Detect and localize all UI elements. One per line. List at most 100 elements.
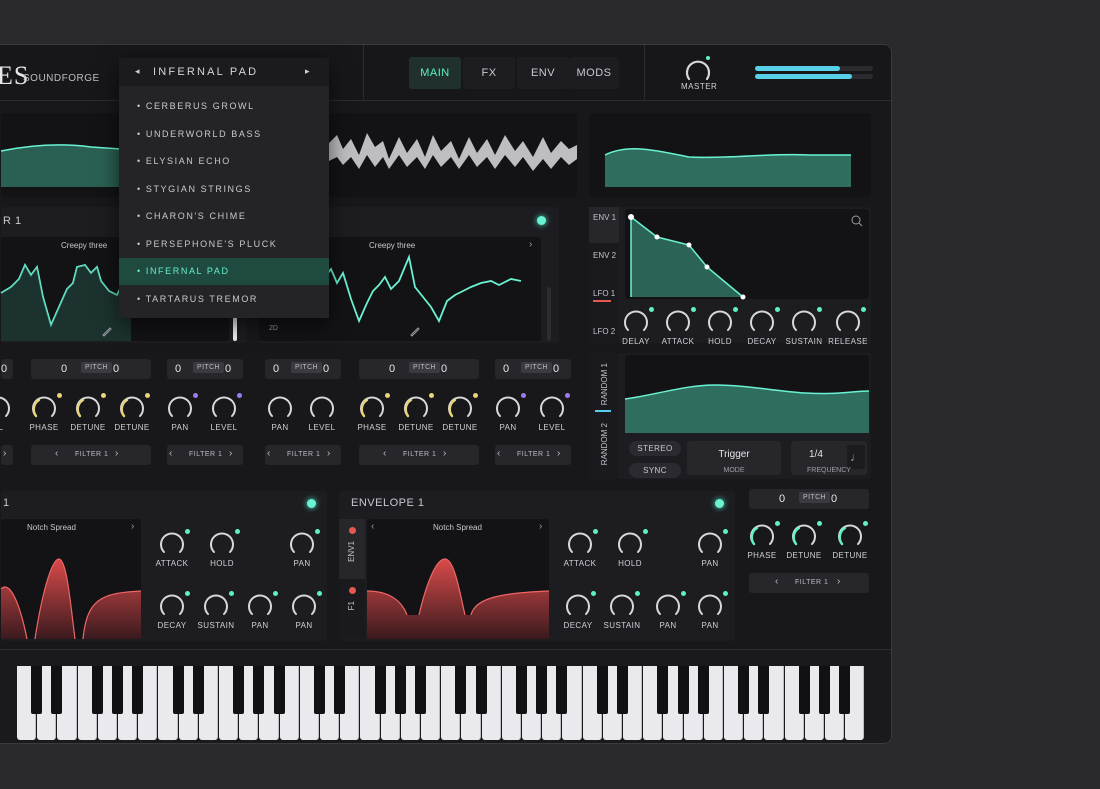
black-key[interactable]	[273, 666, 285, 714]
sync-button[interactable]: SYNC	[629, 463, 681, 478]
preset-item[interactable]: • ELYSIAN ECHO	[119, 148, 329, 175]
black-key[interactable]	[697, 666, 709, 714]
pitch-field[interactable]: 0 PITCH 0	[167, 359, 243, 379]
pitch-field[interactable]: 0 PITCH 0	[749, 489, 869, 509]
knob[interactable]	[289, 531, 315, 557]
filter-select[interactable]: ‹ FILTER 1 ›	[31, 445, 151, 465]
pencil-icon[interactable]	[101, 325, 113, 337]
frequency-select[interactable]: 1/4 ♩ FREQUENCY	[791, 441, 867, 475]
envelope-graph[interactable]	[625, 209, 869, 300]
stereo-button[interactable]: STEREO	[629, 441, 681, 456]
tab-random1[interactable]: RANDOM 1	[600, 363, 609, 405]
mode-select[interactable]: Trigger MODE	[687, 441, 781, 475]
tab-lfo1[interactable]: LFO 1	[593, 289, 615, 298]
knob[interactable]	[211, 395, 237, 421]
knob[interactable]	[623, 309, 649, 335]
preset-item[interactable]: • STYGIAN STRINGS	[119, 176, 329, 203]
black-key[interactable]	[253, 666, 265, 714]
black-key[interactable]	[233, 666, 245, 714]
knob[interactable]	[267, 395, 293, 421]
notch-graph-left[interactable]: Notch Spread ›	[0, 519, 142, 640]
knob[interactable]	[403, 395, 429, 421]
wavetable-mode[interactable]: 2D	[269, 325, 278, 332]
knob[interactable]	[203, 593, 229, 619]
black-key[interactable]	[51, 666, 63, 714]
filter-select[interactable]: ‹ FILTER 1 ›	[265, 445, 341, 465]
knob[interactable]	[247, 593, 273, 619]
black-key[interactable]	[112, 666, 123, 714]
black-key[interactable]	[31, 666, 43, 714]
shape-prev-icon[interactable]: ‹	[371, 521, 374, 532]
shape-next-icon[interactable]: ›	[131, 521, 134, 532]
knob[interactable]	[495, 395, 521, 421]
black-key[interactable]	[758, 666, 770, 714]
tab-env2[interactable]: ENV 2	[593, 251, 616, 260]
knob[interactable]	[159, 531, 185, 557]
black-key[interactable]	[516, 666, 527, 714]
knob[interactable]	[159, 593, 185, 619]
knob[interactable]	[539, 395, 565, 421]
preset-item[interactable]: • INFERNAL PAD	[119, 258, 329, 285]
knob[interactable]	[835, 309, 861, 335]
pitch-field[interactable]: 0 PITCH 0	[495, 359, 571, 379]
knob[interactable]	[309, 395, 335, 421]
knob[interactable]	[167, 395, 193, 421]
tab-f1-side[interactable]: F1	[347, 601, 356, 610]
black-key[interactable]	[394, 666, 406, 714]
knob[interactable]	[655, 593, 681, 619]
black-key[interactable]	[334, 666, 346, 714]
knob[interactable]	[31, 395, 57, 421]
black-key[interactable]	[314, 666, 325, 714]
black-key[interactable]	[536, 666, 548, 714]
knob[interactable]	[0, 395, 11, 421]
filter-select[interactable]: ›	[1, 445, 13, 465]
pitch-field[interactable]: 0 PITCH 0	[265, 359, 341, 379]
knob[interactable]	[565, 593, 591, 619]
black-key[interactable]	[798, 666, 810, 714]
osc-right-power-led[interactable]	[537, 216, 546, 225]
shape-next-icon[interactable]: ›	[539, 521, 542, 532]
black-key[interactable]	[738, 666, 750, 714]
black-key[interactable]	[617, 666, 628, 714]
preset-prev-icon[interactable]: ◂	[135, 66, 140, 77]
env1-led[interactable]	[349, 527, 356, 534]
tab-env[interactable]: ENV	[517, 57, 569, 89]
knob[interactable]	[75, 395, 101, 421]
black-key[interactable]	[677, 666, 689, 714]
knob[interactable]	[697, 531, 723, 557]
black-key[interactable]	[192, 666, 204, 714]
preset-item[interactable]: • PERSEPHONE'S PLUCK	[119, 231, 329, 258]
black-key[interactable]	[657, 666, 669, 714]
notch-graph-right[interactable]: ‹ Notch Spread ›	[366, 519, 550, 639]
wave-next-icon[interactable]: ›	[529, 239, 532, 250]
knob[interactable]	[119, 395, 145, 421]
preset-item[interactable]: • CHARON'S CHIME	[119, 203, 329, 230]
knob[interactable]	[359, 395, 385, 421]
envelope-left-led[interactable]	[307, 499, 316, 508]
preset-next-icon[interactable]: ▸	[305, 66, 310, 77]
preset-current[interactable]: INFERNAL PAD	[153, 66, 258, 78]
tab-fx[interactable]: FX	[463, 57, 515, 89]
knob[interactable]	[617, 531, 643, 557]
knob[interactable]	[749, 309, 775, 335]
tab-lfo2[interactable]: LFO 2	[593, 327, 615, 336]
knob[interactable]	[665, 309, 691, 335]
filter-select[interactable]: ‹ FILTER 1 ›	[749, 573, 869, 593]
black-key[interactable]	[596, 666, 608, 714]
black-key[interactable]	[839, 666, 851, 714]
search-icon[interactable]	[851, 215, 863, 227]
preset-item[interactable]: • CERBERUS GROWL	[119, 93, 329, 120]
black-key[interactable]	[455, 666, 467, 714]
knob[interactable]	[791, 309, 817, 335]
knob[interactable]	[791, 523, 817, 549]
tab-random2[interactable]: RANDOM 2	[600, 423, 609, 465]
black-key[interactable]	[374, 666, 386, 714]
knob[interactable]	[209, 531, 235, 557]
knob[interactable]	[291, 593, 317, 619]
black-key[interactable]	[475, 666, 487, 714]
black-key[interactable]	[556, 666, 568, 714]
pitch-field[interactable]: 0 PITCH 0	[31, 359, 151, 379]
knob[interactable]	[609, 593, 635, 619]
filter-select[interactable]: ‹ FILTER 1 ›	[495, 445, 571, 465]
pitch-field[interactable]: 0 PITCH 0	[359, 359, 479, 379]
